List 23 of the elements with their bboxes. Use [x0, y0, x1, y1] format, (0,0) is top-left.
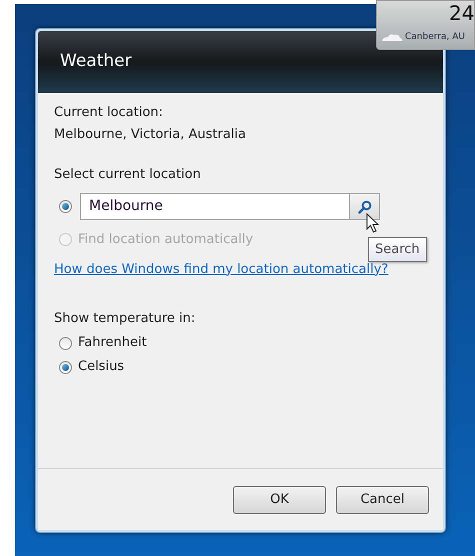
search-icon: [358, 200, 372, 214]
weather-gadget[interactable]: 24 Canberra, AU: [376, 0, 475, 50]
dialog-button[interactable]: OK: [233, 486, 326, 514]
cloud-icon: [381, 32, 403, 42]
radio-button[interactable]: [59, 360, 72, 374]
help-link[interactable]: How does Windows find my location automatically?: [54, 260, 388, 279]
radio-button[interactable]: [59, 200, 72, 213]
radio-label: Fahrenheit: [78, 334, 147, 352]
radio-button[interactable]: [59, 336, 72, 350]
search-button[interactable]: [350, 193, 380, 220]
location-search-field[interactable]: Melbourne: [80, 193, 350, 220]
dialog-button[interactable]: Cancel: [336, 486, 429, 514]
radio-label: Celsius: [78, 358, 124, 376]
select-location-heading: Select current location: [54, 166, 202, 184]
radio-label: Find location automatically: [78, 231, 254, 249]
current-location-value: Melbourne, Victoria, Australia: [54, 126, 247, 144]
temperature-heading: Show temperature in:: [54, 310, 196, 328]
search-tooltip: Search: [368, 237, 427, 262]
temperature-text: 24: [449, 3, 474, 23]
location-text: Canberra, AU: [405, 33, 465, 42]
cursor-icon: [366, 213, 380, 234]
current-location-label: Current location:: [54, 104, 164, 122]
window-title: Weather: [60, 50, 132, 74]
